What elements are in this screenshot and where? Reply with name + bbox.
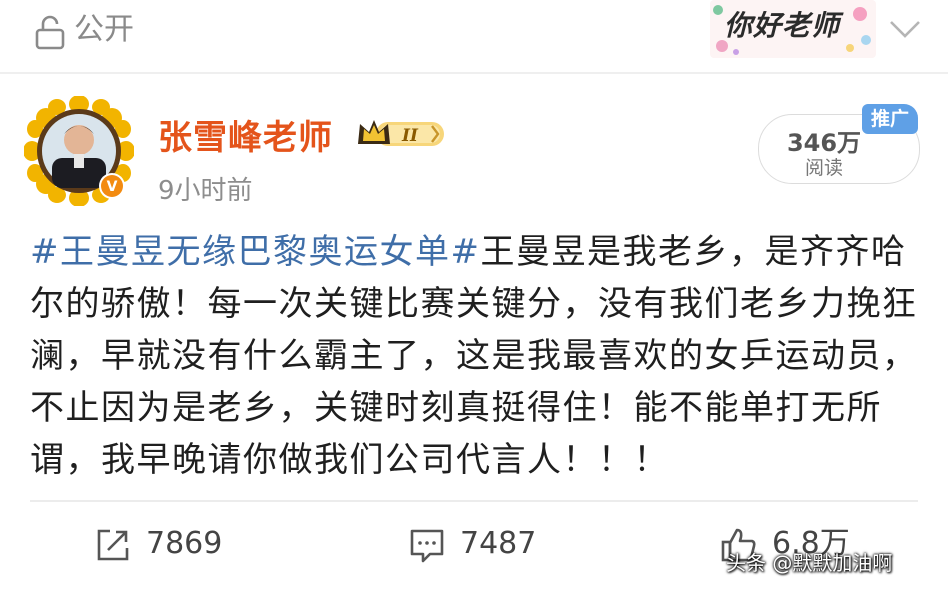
watermark: 头条 @默默加油啊 bbox=[726, 551, 893, 575]
avatar-sunflower-frame-icon: V bbox=[23, 95, 135, 207]
vip-crown-badge-icon[interactable]: II bbox=[356, 116, 448, 150]
lock-icon bbox=[35, 15, 65, 50]
post-content: #王曼昱无缘巴黎奥运女单#王曼昱是我老乡，是齐齐哈尔的骄傲！每一次关键比赛关键分… bbox=[30, 226, 922, 486]
reads-label: 阅读 bbox=[804, 157, 843, 179]
divider bbox=[0, 72, 948, 74]
visibility-label[interactable]: 公开 bbox=[74, 10, 134, 50]
divider bbox=[30, 500, 918, 502]
repost-icon bbox=[97, 529, 129, 561]
badge-image: 你好老师 bbox=[710, 0, 876, 58]
comment-icon bbox=[410, 529, 444, 563]
comment-count: 7487 bbox=[460, 526, 537, 561]
avatar[interactable]: V bbox=[23, 95, 135, 207]
svg-text:V: V bbox=[107, 179, 118, 195]
promo-tag[interactable]: 推广 bbox=[862, 104, 918, 134]
hashtag-link[interactable]: #王曼昱无缘巴黎奥运女单# bbox=[30, 232, 480, 272]
author-name[interactable]: 张雪峰老师 bbox=[158, 110, 333, 159]
vip-level: II bbox=[401, 126, 419, 146]
repost-count: 7869 bbox=[146, 526, 223, 561]
post-timestamp: 9小时前 bbox=[158, 176, 253, 206]
badge-text: 你好老师 bbox=[724, 9, 841, 42]
chevron-down-icon[interactable] bbox=[888, 18, 922, 40]
repost-button[interactable]: 7869 bbox=[94, 522, 254, 568]
comment-button[interactable]: 7487 bbox=[408, 522, 568, 568]
top-bar: 公开 你好老师 bbox=[0, 0, 948, 66]
